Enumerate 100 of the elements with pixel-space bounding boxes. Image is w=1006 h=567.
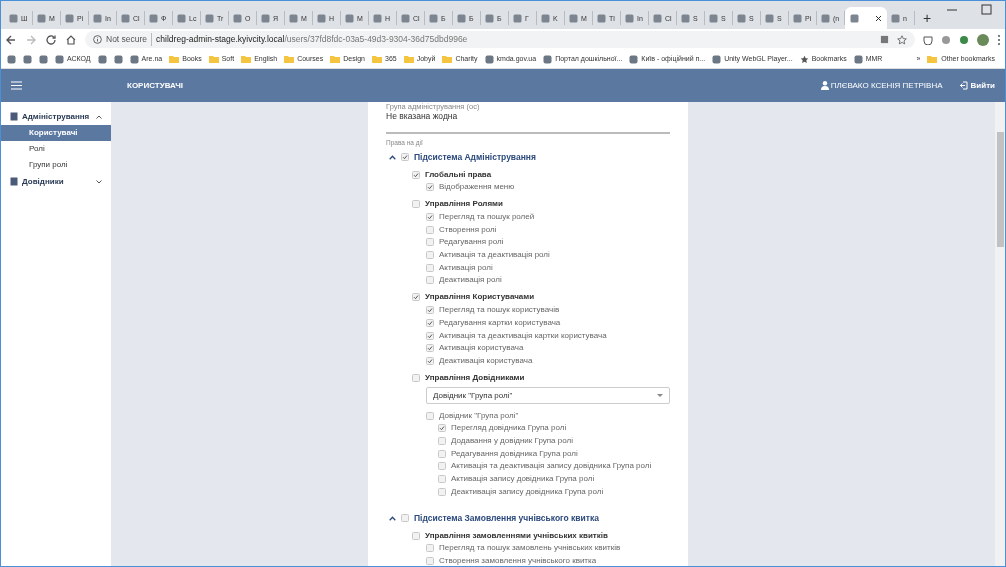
checkbox[interactable] [426,213,434,222]
site-icon [205,13,214,23]
reload-icon[interactable] [45,33,57,46]
sidebar-item[interactable]: Користувачі [1,125,111,141]
checkbox-label: Редагування довідника Група ролі [451,447,578,460]
site-icon [629,54,639,64]
checkbox[interactable] [426,251,434,260]
back-arrow-icon[interactable] [5,33,17,46]
checkbox[interactable] [426,263,434,272]
home-icon[interactable] [65,33,77,46]
new-tab-button[interactable]: + [919,10,936,26]
site-icon [653,13,662,23]
profile-avatar[interactable] [977,33,989,46]
site-icon [853,54,863,64]
checkbox-label: Активація користувача [439,342,524,355]
checkbox-label: Редагування ролі [439,236,504,249]
checkbox[interactable] [426,411,434,420]
checkbox[interactable] [412,200,420,209]
checkbox[interactable] [426,557,434,566]
chevron-icon [96,179,102,184]
site-icon [681,13,690,23]
site-icon [485,13,494,23]
checkbox[interactable] [401,153,409,161]
checkbox[interactable] [426,544,434,553]
checkbox-label: Управління Користувачами [425,291,535,304]
sidebar-section[interactable]: Довідники [1,173,111,190]
site-icon [149,13,158,23]
checkbox[interactable] [412,293,420,302]
checkbox-label: Управління Ролями [425,198,503,211]
checkbox-label: Деактивація користувача [439,354,533,367]
checkbox[interactable] [412,170,420,179]
sidebar-item[interactable]: Ролі [1,141,111,157]
menu-icon[interactable] [997,33,1001,46]
chevron-icon[interactable] [389,515,396,521]
star-icon [799,54,809,64]
site-icon [543,54,553,64]
checkbox[interactable] [438,449,446,458]
checkbox[interactable] [426,183,434,192]
checkbox[interactable] [426,306,434,315]
checkbox-label: Глобальні права [425,168,492,181]
checkbox[interactable] [426,318,434,327]
browser-tab[interactable] [845,7,887,29]
folder-icon [442,55,453,63]
folder-icon [208,55,219,63]
folder-icon [284,55,295,63]
chevron-icon[interactable] [389,154,396,160]
site-icon [121,13,130,23]
checkbox[interactable] [438,424,446,433]
sidebar-item[interactable]: Групи ролі [1,157,111,173]
checkbox[interactable] [438,475,446,484]
checkbox[interactable] [438,436,446,445]
site-icon [93,13,102,23]
site-icon [821,13,830,23]
checkbox[interactable] [426,238,434,247]
translate-icon[interactable] [880,34,889,44]
site-icon [484,54,494,64]
checkbox[interactable] [412,531,420,540]
folder-icon [169,55,180,63]
logout-icon[interactable] [958,81,968,90]
user-icon [820,81,829,90]
user-name[interactable]: ПЛЄВАКО КСЕНІЯ ПЕТРІВНА [830,79,943,92]
site-icon [765,13,774,23]
dropdown[interactable]: Довідник "Група ролі" [426,387,670,405]
site-icon [709,13,718,23]
checkbox[interactable] [426,344,434,353]
extension-icon[interactable] [959,34,969,45]
checkbox[interactable] [426,225,434,234]
chevron-icon [96,114,102,119]
sidebar-section[interactable]: Адміністрування [1,108,111,125]
site-icon [625,13,634,23]
site-icon [177,13,186,23]
site-icon [401,13,410,23]
checkbox[interactable] [438,462,446,471]
site-icon [737,13,746,23]
site-icon [891,13,900,23]
extension-icon[interactable] [923,34,933,45]
site-icon [569,13,578,23]
address-bar[interactable]: Not secure childreg-admin-stage.kyivcity.local/users/37fd8fdc-03a5-49d3-9304-36d75dbd996e [85,31,915,48]
checkbox-label: Деактивація запису довідника Група ролі [451,485,604,498]
checkbox-label: Управління Довідниками [425,371,525,384]
checkbox-label: Активація та деактивація картки користувача [439,329,607,342]
site-icon [597,13,606,23]
checkbox[interactable] [401,514,409,523]
checkbox[interactable] [426,331,434,340]
checkbox-label: Перегляд та пошук замовлень учнівських квитків [439,542,621,555]
info-icon [93,35,102,44]
folder-icon [927,55,938,63]
scrollbar-thumb[interactable] [996,132,1004,247]
close-icon[interactable] [875,14,882,22]
checkbox[interactable] [438,487,446,496]
checkbox[interactable] [426,276,434,285]
checkbox-label: Підсистема Адміністрування [414,150,536,164]
checkbox[interactable] [426,356,434,365]
menu-icon[interactable] [11,81,22,90]
star-icon[interactable] [897,34,907,45]
url-text: childreg-admin-stage.kyivcity.local/users/37fd8fdc-03a5-49d3-9304-36d75dbd996e [156,33,468,46]
checkbox[interactable] [412,373,420,382]
checkbox-label: Перегляд та пошук ролей [439,211,535,224]
site-icon [317,13,326,23]
logout-link[interactable]: Вийти [970,79,995,92]
